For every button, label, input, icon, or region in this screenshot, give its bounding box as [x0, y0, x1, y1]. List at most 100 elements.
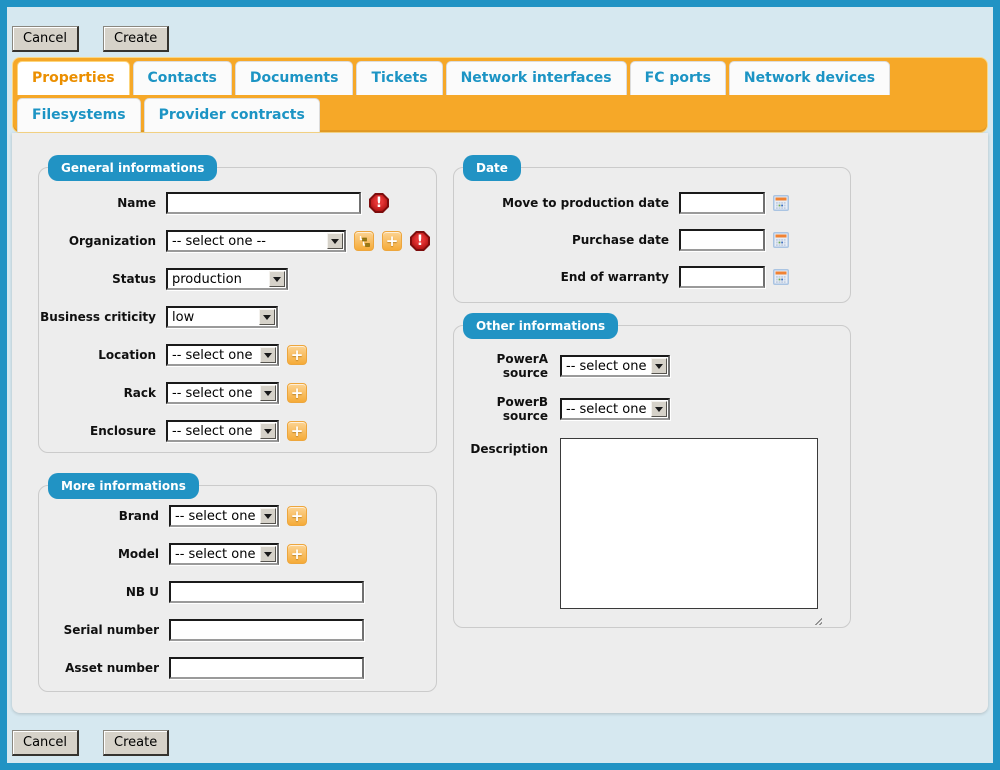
tab-properties[interactable]: Properties	[17, 61, 130, 95]
location-select[interactable]: -- select one --	[166, 344, 279, 366]
model-row: Model -- select one -- +	[39, 543, 436, 565]
model-select[interactable]: -- select one --	[169, 543, 279, 565]
properties-tab-panel: General informations Name ! Organization…	[12, 133, 988, 713]
description-textarea[interactable]	[560, 438, 818, 609]
tab-documents[interactable]: Documents	[235, 61, 354, 95]
tab-network-interfaces[interactable]: Network interfaces	[446, 61, 627, 95]
date-fieldset: Date Move to production date	[453, 167, 851, 303]
end-of-warranty-label: End of warranty	[454, 270, 669, 284]
status-select[interactable]: production	[166, 268, 288, 290]
enclosure-row: Enclosure -- select one -- +	[39, 420, 436, 442]
purchase-date-label: Purchase date	[454, 233, 669, 247]
name-row: Name !	[39, 192, 436, 214]
status-label: Status	[39, 272, 156, 286]
nb-u-label: NB U	[39, 585, 159, 599]
powerb-source-select[interactable]: -- select one --	[560, 398, 670, 420]
other-informations-fieldset: Other informations PowerA source -- sele…	[453, 325, 851, 628]
brand-row: Brand -- select one -- +	[39, 505, 436, 527]
powera-source-select[interactable]: -- select one --	[560, 355, 670, 377]
cancel-button[interactable]: Cancel	[12, 730, 79, 756]
top-toolbar: Cancel Create	[12, 26, 169, 52]
mandatory-error-icon: !	[369, 193, 389, 213]
add-brand-button[interactable]: +	[287, 506, 307, 526]
business-criticity-select[interactable]: low	[166, 306, 278, 328]
more-informations-fieldset: More informations Brand -- select one --…	[38, 485, 437, 692]
mandatory-error-icon: !	[410, 231, 430, 251]
chevron-down-icon	[269, 271, 285, 287]
other-informations-legend: Other informations	[463, 313, 618, 339]
description-row: Description	[454, 438, 850, 613]
tab-provider-contracts[interactable]: Provider contracts	[144, 98, 320, 132]
plus-icon: +	[386, 234, 399, 249]
resize-handle-icon[interactable]	[812, 615, 822, 625]
business-criticity-label: Business criticity	[39, 310, 156, 324]
plus-icon: +	[291, 547, 304, 562]
cancel-button[interactable]: Cancel	[12, 26, 79, 52]
create-button[interactable]: Create	[103, 730, 169, 756]
serial-number-label: Serial number	[39, 623, 159, 637]
chevron-down-icon	[260, 423, 276, 439]
serial-number-row: Serial number	[39, 619, 436, 641]
name-input[interactable]	[166, 192, 361, 214]
rack-select[interactable]: -- select one --	[166, 382, 279, 404]
rack-row: Rack -- select one -- +	[39, 382, 436, 404]
organization-select[interactable]: -- select one --	[166, 230, 346, 252]
description-label: Description	[454, 438, 548, 456]
brand-label: Brand	[39, 509, 159, 523]
add-rack-button[interactable]: +	[287, 383, 307, 403]
create-button[interactable]: Create	[103, 26, 169, 52]
location-label: Location	[39, 348, 156, 362]
tab-tickets[interactable]: Tickets	[356, 61, 442, 95]
chevron-down-icon	[259, 309, 275, 325]
model-label: Model	[39, 547, 159, 561]
plus-icon: +	[291, 348, 304, 363]
hierarchy-browse-button[interactable]	[354, 231, 374, 251]
brand-select[interactable]: -- select one --	[169, 505, 279, 527]
add-enclosure-button[interactable]: +	[287, 421, 307, 441]
status-row: Status production	[39, 268, 436, 290]
general-informations-fieldset: General informations Name ! Organization…	[38, 167, 437, 453]
nb-u-input[interactable]	[169, 581, 364, 603]
create-server-window: Cancel Create Properties Contacts Docume…	[0, 0, 1000, 770]
name-label: Name	[39, 196, 156, 210]
tab-network-devices[interactable]: Network devices	[729, 61, 890, 95]
add-location-button[interactable]: +	[287, 345, 307, 365]
date-legend: Date	[463, 155, 521, 181]
calendar-icon[interactable]	[773, 269, 789, 285]
plus-icon: +	[291, 424, 304, 439]
business-criticity-row: Business criticity low	[39, 306, 436, 328]
chevron-down-icon	[260, 347, 276, 363]
end-of-warranty-row: End of warranty	[454, 266, 850, 288]
more-informations-legend: More informations	[48, 473, 199, 499]
asset-number-row: Asset number	[39, 657, 436, 679]
chevron-down-icon	[651, 358, 667, 374]
calendar-icon[interactable]	[773, 232, 789, 248]
add-model-button[interactable]: +	[287, 544, 307, 564]
add-organization-button[interactable]: +	[382, 231, 402, 251]
tab-filesystems[interactable]: Filesystems	[17, 98, 141, 132]
chevron-down-icon	[260, 508, 276, 524]
tab-bar: Properties Contacts Documents Tickets Ne…	[12, 57, 988, 133]
chevron-down-icon	[260, 385, 276, 401]
asset-number-label: Asset number	[39, 661, 159, 675]
chevron-down-icon	[327, 233, 343, 249]
move-to-production-row: Move to production date	[454, 192, 850, 214]
purchase-date-input[interactable]	[679, 229, 765, 251]
tab-fc-ports[interactable]: FC ports	[630, 61, 726, 95]
serial-number-input[interactable]	[169, 619, 364, 641]
powera-source-label: PowerA source	[454, 352, 548, 380]
organization-row: Organization -- select one --	[39, 230, 436, 252]
calendar-icon[interactable]	[773, 195, 789, 211]
move-to-production-input[interactable]	[679, 192, 765, 214]
plus-icon: +	[291, 509, 304, 524]
hierarchy-icon	[358, 235, 370, 247]
rack-label: Rack	[39, 386, 156, 400]
bottom-toolbar: Cancel Create	[12, 730, 169, 756]
powerb-source-row: PowerB source -- select one --	[454, 395, 850, 423]
asset-number-input[interactable]	[169, 657, 364, 679]
tab-contacts[interactable]: Contacts	[133, 61, 232, 95]
enclosure-select[interactable]: -- select one --	[166, 420, 279, 442]
enclosure-label: Enclosure	[39, 424, 156, 438]
end-of-warranty-input[interactable]	[679, 266, 765, 288]
general-informations-legend: General informations	[48, 155, 217, 181]
